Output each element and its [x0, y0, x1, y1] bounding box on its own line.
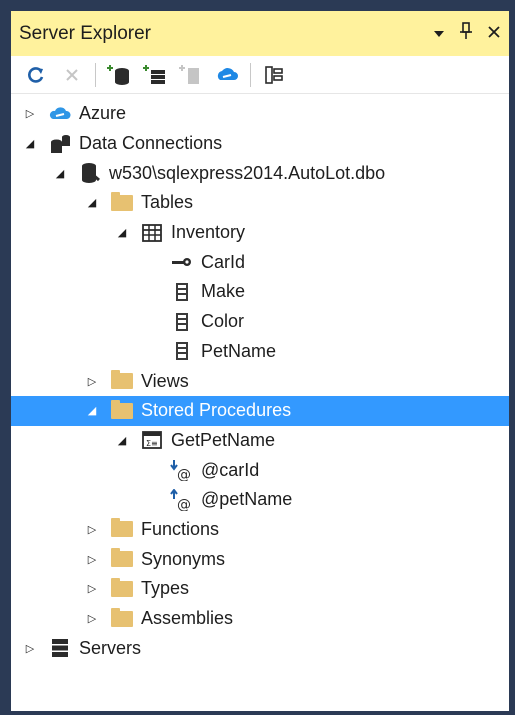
- folder-icon: [109, 548, 135, 570]
- refresh-icon[interactable]: [23, 62, 49, 88]
- output-parameter-icon: @: [169, 488, 195, 511]
- data-connections-icon: [47, 133, 73, 155]
- folder-icon: [109, 399, 135, 422]
- tree-node-label: Inventory: [171, 222, 246, 243]
- panel-title-bar: Server Explorer: [11, 11, 509, 56]
- server-explorer-panel: Server Explorer ▷ Azure ◢ Data Connectio…: [11, 11, 509, 711]
- collapse-icon[interactable]: ◢: [113, 226, 131, 239]
- tree-node-data-connections[interactable]: ◢ Data Connections: [11, 129, 509, 159]
- window-frame-right: [509, 0, 515, 715]
- tree-node-getpetname[interactable]: ◢ Σ≡ GetPetName: [11, 426, 509, 456]
- tree-node-label: Views: [141, 370, 189, 391]
- azure-cloud-icon: [47, 103, 73, 125]
- tree-node-label: Make: [201, 281, 246, 302]
- tree-node-petname[interactable]: PetName: [11, 337, 509, 367]
- table-icon: [139, 222, 165, 244]
- folder-icon: [109, 191, 135, 214]
- tree-node-param-carid[interactable]: @ @carId: [11, 455, 509, 485]
- collapse-icon[interactable]: ◢: [113, 434, 131, 447]
- tree-node-label: Servers: [79, 637, 142, 658]
- tree-node-azure[interactable]: ▷ Azure: [11, 99, 509, 129]
- close-icon[interactable]: [487, 24, 501, 44]
- folder-icon: [109, 607, 135, 630]
- dropdown-icon[interactable]: [433, 24, 445, 44]
- tree-node-param-petname[interactable]: @ @petName: [11, 485, 509, 515]
- tree-node-connection[interactable]: ◢ w530\sqlexpress2014.AutoLot.dbo: [11, 158, 509, 188]
- server-explorer-tree: ▷ Azure ◢ Data Connections ◢ w530\sqlexp…: [11, 99, 509, 663]
- tree-node-label: Functions: [141, 518, 220, 539]
- expand-icon[interactable]: ▷: [21, 642, 39, 655]
- window-frame-left: [0, 0, 11, 715]
- tree-node-carid[interactable]: CarId: [11, 247, 509, 277]
- tree-node-label: Azure: [79, 103, 127, 124]
- tree-node-functions[interactable]: ▷ Functions: [11, 515, 509, 545]
- folder-icon: [109, 577, 135, 600]
- collapse-icon[interactable]: ◢: [51, 167, 69, 180]
- stop-icon[interactable]: [59, 62, 85, 88]
- tree-node-label: Types: [141, 578, 190, 599]
- expand-icon[interactable]: ▷: [83, 553, 101, 566]
- tree-node-label: Stored Procedures: [141, 400, 292, 421]
- properties-icon[interactable]: [261, 62, 287, 88]
- tree-node-tables[interactable]: ◢ Tables: [11, 188, 509, 218]
- tree-node-label: Color: [201, 311, 245, 332]
- tree-node-synonyms[interactable]: ▷ Synonyms: [11, 544, 509, 574]
- tree-node-label: Data Connections: [79, 133, 223, 154]
- tree-node-label: GetPetName: [171, 429, 276, 450]
- title-controls: [433, 22, 501, 45]
- tree-node-views[interactable]: ▷ Views: [11, 366, 509, 396]
- window-frame-bottom: [0, 711, 515, 715]
- toolbar: [11, 56, 509, 94]
- tree-node-assemblies[interactable]: ▷ Assemblies: [11, 604, 509, 634]
- tree-node-color[interactable]: Color: [11, 307, 509, 337]
- tree-node-label: @petName: [201, 489, 293, 510]
- tree-node-label: Assemblies: [141, 608, 234, 629]
- collapse-icon[interactable]: ◢: [83, 196, 101, 209]
- tree-node-servers[interactable]: ▷ Servers: [11, 633, 509, 663]
- column-icon: [169, 311, 195, 333]
- svg-text:@: @: [177, 497, 191, 511]
- expand-icon[interactable]: ▷: [83, 582, 101, 595]
- window-frame-top: [0, 0, 515, 11]
- collapse-icon[interactable]: ◢: [83, 404, 101, 417]
- tree-node-label: PetName: [201, 340, 277, 361]
- database-icon: [77, 162, 103, 184]
- add-connection-icon[interactable]: [106, 62, 132, 88]
- column-icon: [169, 281, 195, 303]
- tree-node-label: Tables: [141, 192, 194, 213]
- toolbar-separator: [95, 62, 96, 87]
- input-parameter-icon: @: [169, 459, 195, 481]
- tree-node-stored-procedures[interactable]: ◢ Stored Procedures: [11, 395, 509, 426]
- folder-icon: [109, 518, 135, 540]
- primary-key-icon: [169, 251, 195, 273]
- tree-node-inventory[interactable]: ◢ Inventory: [11, 218, 509, 248]
- panel-title: Server Explorer: [19, 22, 151, 44]
- connect-to-azure-icon[interactable]: [214, 62, 240, 88]
- servers-icon: [47, 637, 73, 659]
- tree-node-types[interactable]: ▷ Types: [11, 574, 509, 604]
- expand-icon[interactable]: ▷: [83, 523, 101, 536]
- tree-node-label: Synonyms: [141, 548, 226, 569]
- svg-text:@: @: [177, 467, 191, 481]
- pin-icon[interactable]: [459, 22, 473, 45]
- tree-node-make[interactable]: Make: [11, 277, 509, 307]
- tree-node-label: @carId: [201, 459, 260, 480]
- expand-icon[interactable]: ▷: [83, 375, 101, 388]
- expand-icon[interactable]: ▷: [21, 107, 39, 120]
- toolbar-separator: [250, 62, 251, 87]
- stored-procedure-icon: Σ≡: [139, 429, 165, 451]
- folder-icon: [109, 370, 135, 392]
- expand-icon[interactable]: ▷: [83, 612, 101, 625]
- new-query-icon[interactable]: [178, 62, 204, 88]
- tree-node-label: w530\sqlexpress2014.AutoLot.dbo: [109, 162, 386, 183]
- collapse-icon[interactable]: ◢: [21, 137, 39, 150]
- column-icon: [169, 340, 195, 362]
- connect-to-server-icon[interactable]: [142, 62, 168, 88]
- svg-text:Σ≡: Σ≡: [146, 439, 158, 448]
- tree-node-label: CarId: [201, 251, 246, 272]
